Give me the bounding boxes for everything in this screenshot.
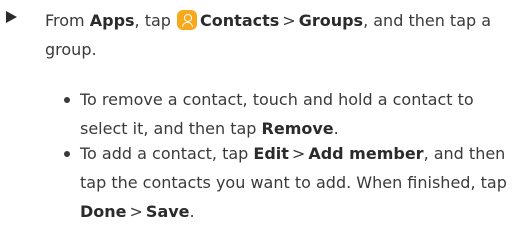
list-item-text: To add a contact, tap Edit > Add member, a… xyxy=(80,139,520,226)
step-arrow-icon xyxy=(6,11,17,23)
contacts-app-icon xyxy=(177,10,198,30)
step-text: From Apps, tap Contacts > Groups, and then… xyxy=(45,6,515,64)
list-item-add-contact: To add a contact, tap Edit > Add member, a… xyxy=(64,139,514,239)
remove-period: . xyxy=(333,119,339,138)
list-item-remove-contact: To remove a contact, touch and hold a co… xyxy=(64,85,514,145)
edit-label: Edit xyxy=(253,144,289,163)
chevron-right-icon: > xyxy=(282,11,296,30)
contacts-label: Contacts xyxy=(200,11,280,30)
add-member-label: Add member xyxy=(308,144,424,163)
chevron-right-icon: > xyxy=(129,202,143,221)
save-label: Save xyxy=(145,202,190,221)
bullet-dot-icon xyxy=(64,97,70,103)
add-instruction-text: To add a contact, tap xyxy=(80,144,254,163)
apps-label: Apps xyxy=(89,11,135,30)
remove-label: Remove xyxy=(261,119,334,138)
groups-label: Groups xyxy=(298,11,364,30)
step-prefix: From xyxy=(45,11,90,30)
bullet-dot-icon xyxy=(64,151,70,157)
step-tap-text: , tap xyxy=(134,11,177,30)
done-label: Done xyxy=(80,202,127,221)
chevron-right-icon: > xyxy=(291,144,306,163)
list-item-text: To remove a contact, touch and hold a co… xyxy=(80,85,520,143)
add-period: . xyxy=(189,202,195,221)
